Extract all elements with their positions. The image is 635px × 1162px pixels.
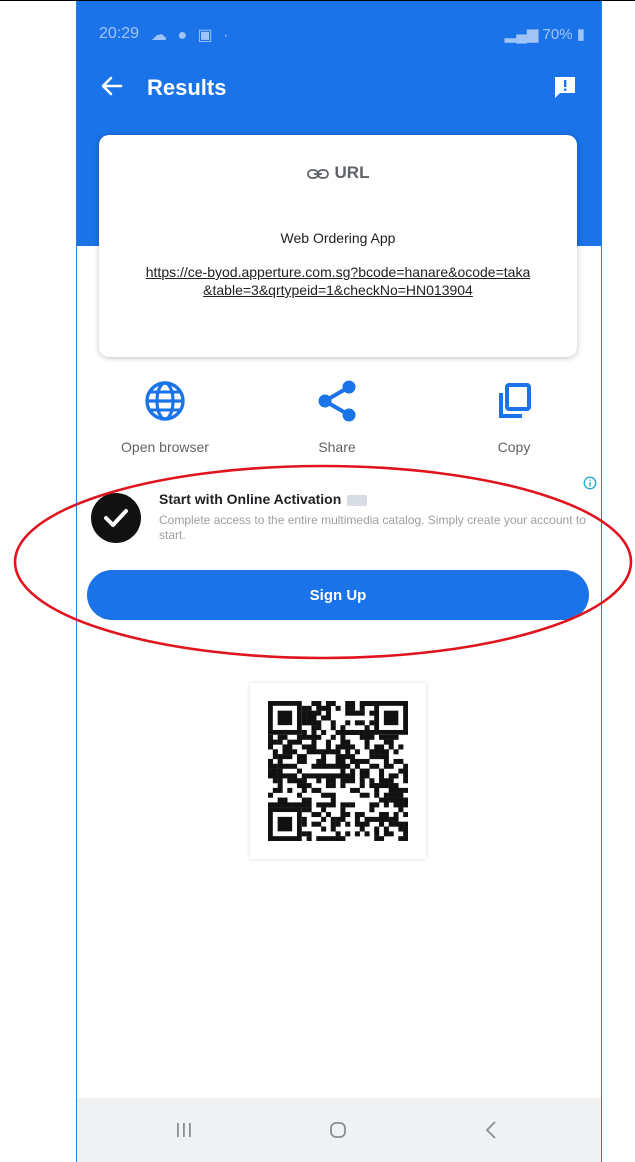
url-link[interactable]: https://ce-byod.apperture.com.sg?bcode=h… xyxy=(145,263,531,299)
globe-icon xyxy=(145,381,185,421)
back-arrow-icon[interactable] xyxy=(99,73,125,99)
share-label: Share xyxy=(318,439,356,455)
url-heading-label: URL xyxy=(334,163,370,182)
ad-info-icon[interactable] xyxy=(583,476,597,490)
status-right: ▂▄▆ 70% ▮ xyxy=(505,25,585,43)
notification-icons: ☁ ● ▣ · xyxy=(151,27,232,44)
copy-label: Copy xyxy=(497,439,531,455)
screenshot-frame: 20:29 ☁ ● ▣ · ▂▄▆ 70% ▮ Results URL Web … xyxy=(0,0,635,1162)
url-app-name: Web Ordering App xyxy=(280,230,396,246)
status-time: 20:29 xyxy=(99,25,140,42)
url-heading: URL xyxy=(99,163,577,183)
battery-icon: ▮ xyxy=(576,26,585,43)
phone-screen: 20:29 ☁ ● ▣ · ▂▄▆ 70% ▮ Results URL Web … xyxy=(76,1,602,1162)
status-bar: 20:29 ☁ ● ▣ · ▂▄▆ 70% ▮ xyxy=(77,1,601,63)
promo-title-text: Start with Online Activation xyxy=(159,491,342,507)
qr-code xyxy=(250,683,426,859)
page-title: Results xyxy=(147,75,227,100)
url-result-card: URL Web Ordering App https://ce-byod.app… xyxy=(99,135,577,357)
check-circle-icon xyxy=(91,493,141,543)
copy-icon xyxy=(499,383,531,418)
feedback-icon[interactable] xyxy=(553,75,577,99)
back-icon[interactable] xyxy=(477,1118,507,1142)
home-icon[interactable] xyxy=(323,1118,353,1142)
share-icon xyxy=(318,380,356,422)
recents-icon[interactable] xyxy=(169,1118,199,1142)
promo-description: Complete access to the entire multimedia… xyxy=(159,513,586,542)
signal-icon: ▂▄▆ xyxy=(504,26,539,43)
sign-up-button[interactable]: Sign Up xyxy=(87,570,589,620)
system-nav-bar xyxy=(77,1098,601,1162)
ad-badge xyxy=(347,494,368,506)
promo-title: Start with Online Activation xyxy=(159,491,368,507)
open-browser-button[interactable]: Open browser xyxy=(100,379,230,455)
copy-button[interactable]: Copy xyxy=(449,379,579,455)
share-button[interactable]: Share xyxy=(272,379,402,455)
open-browser-label: Open browser xyxy=(121,439,209,455)
link-icon xyxy=(306,168,329,179)
battery-level: 70% xyxy=(542,26,573,43)
qr-code-image xyxy=(268,701,408,841)
